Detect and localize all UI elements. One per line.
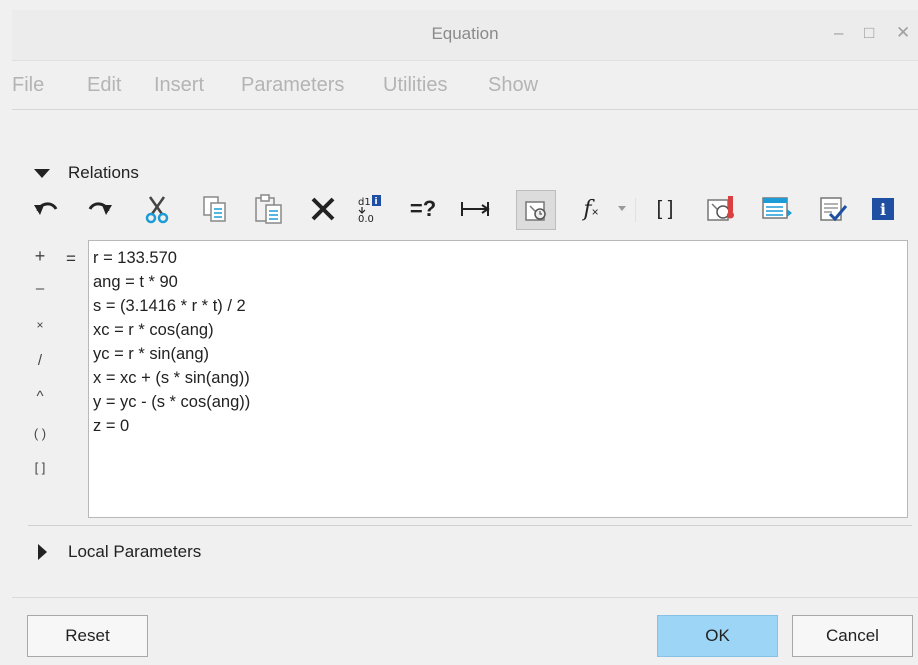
evaluate-label: =? bbox=[409, 196, 437, 221]
relation-line[interactable]: xc = r * cos(ang) bbox=[93, 321, 214, 340]
title-bar: Equation – □ ✕ bbox=[12, 10, 918, 61]
redo-icon[interactable] bbox=[82, 192, 116, 226]
menu-bar: File Edit Insert Parameters Utilities Sh… bbox=[12, 60, 918, 110]
relation-line[interactable]: y = yc - (s * cos(ang)) bbox=[93, 393, 250, 412]
switch-dimensions-icon[interactable]: d1 i 0.0 bbox=[352, 192, 386, 226]
function-f-label: f bbox=[583, 196, 592, 222]
brackets-label: [ ] bbox=[656, 197, 674, 220]
footer-divider bbox=[12, 597, 918, 598]
menu-edit[interactable]: Edit bbox=[87, 74, 121, 97]
relation-line[interactable]: r = 133.570 bbox=[93, 249, 177, 268]
relations-editor[interactable]: r = 133.570 ang = t * 90 s = (3.1416 * r… bbox=[88, 240, 908, 518]
svg-text:i: i bbox=[880, 200, 886, 219]
operator-plus[interactable]: + bbox=[28, 246, 52, 267]
reset-button[interactable]: Reset bbox=[27, 615, 148, 657]
maximize-icon[interactable]: □ bbox=[864, 23, 874, 43]
svg-text:0.0: 0.0 bbox=[358, 214, 374, 224]
expand-triangle-icon[interactable] bbox=[38, 544, 47, 560]
operator-equals[interactable]: = bbox=[66, 249, 76, 269]
relation-line[interactable]: yc = r * sin(ang) bbox=[93, 345, 209, 364]
undo-icon[interactable] bbox=[30, 192, 64, 226]
relation-line[interactable]: s = (3.1416 * r * t) / 2 bbox=[93, 297, 246, 316]
operator-minus[interactable]: – bbox=[28, 280, 52, 297]
svg-text:i: i bbox=[375, 197, 378, 207]
menu-utilities[interactable]: Utilities bbox=[383, 74, 447, 97]
relations-label: Relations bbox=[68, 163, 139, 182]
sort-relations-icon[interactable] bbox=[760, 192, 794, 226]
operator-power[interactable]: ^ bbox=[28, 388, 52, 405]
relation-line[interactable]: ang = t * 90 bbox=[93, 273, 178, 292]
evaluate-icon[interactable]: =? bbox=[406, 192, 440, 226]
insert-function-icon[interactable]: f × bbox=[574, 192, 608, 226]
delete-icon[interactable] bbox=[306, 192, 340, 226]
cancel-button[interactable]: Cancel bbox=[792, 615, 913, 657]
local-parameters-label: Local Parameters bbox=[68, 542, 202, 561]
operator-multiply[interactable]: × bbox=[28, 318, 52, 332]
menu-file[interactable]: File bbox=[12, 74, 44, 97]
section-divider bbox=[28, 525, 912, 526]
menu-insert[interactable]: Insert bbox=[154, 74, 204, 97]
operator-brackets[interactable]: [ ] bbox=[28, 460, 52, 475]
relation-line[interactable]: x = xc + (s * sin(ang)) bbox=[93, 369, 250, 388]
toolbar-separator bbox=[635, 198, 636, 222]
relation-line[interactable]: z = 0 bbox=[93, 417, 129, 436]
minimize-icon[interactable]: – bbox=[834, 23, 843, 43]
svg-text:d1: d1 bbox=[358, 197, 371, 208]
verify-relations-icon[interactable] bbox=[516, 190, 556, 230]
info-icon[interactable]: i bbox=[866, 192, 900, 226]
operator-divide[interactable]: / bbox=[28, 352, 52, 369]
execute-relations-icon[interactable] bbox=[704, 192, 738, 226]
window-title: Equation bbox=[431, 24, 499, 43]
cut-icon[interactable] bbox=[140, 192, 174, 226]
copy-icon[interactable] bbox=[198, 192, 232, 226]
operator-parentheses[interactable]: ( ) bbox=[28, 426, 52, 441]
paste-icon[interactable] bbox=[252, 192, 286, 226]
function-sub-label: × bbox=[591, 205, 599, 219]
function-dropdown-icon[interactable] bbox=[612, 192, 632, 226]
units-sensitivity-icon[interactable] bbox=[458, 192, 492, 226]
ok-button[interactable]: OK bbox=[657, 615, 778, 657]
relations-toolbar: d1 i 0.0 =? f × [ ] i bbox=[30, 190, 900, 234]
collapse-triangle-icon[interactable] bbox=[34, 169, 50, 178]
brackets-icon[interactable]: [ ] bbox=[648, 192, 682, 226]
close-icon[interactable]: ✕ bbox=[896, 23, 910, 43]
menu-show[interactable]: Show bbox=[488, 74, 538, 97]
verify-check-icon[interactable] bbox=[816, 192, 850, 226]
menu-parameters[interactable]: Parameters bbox=[241, 74, 344, 97]
